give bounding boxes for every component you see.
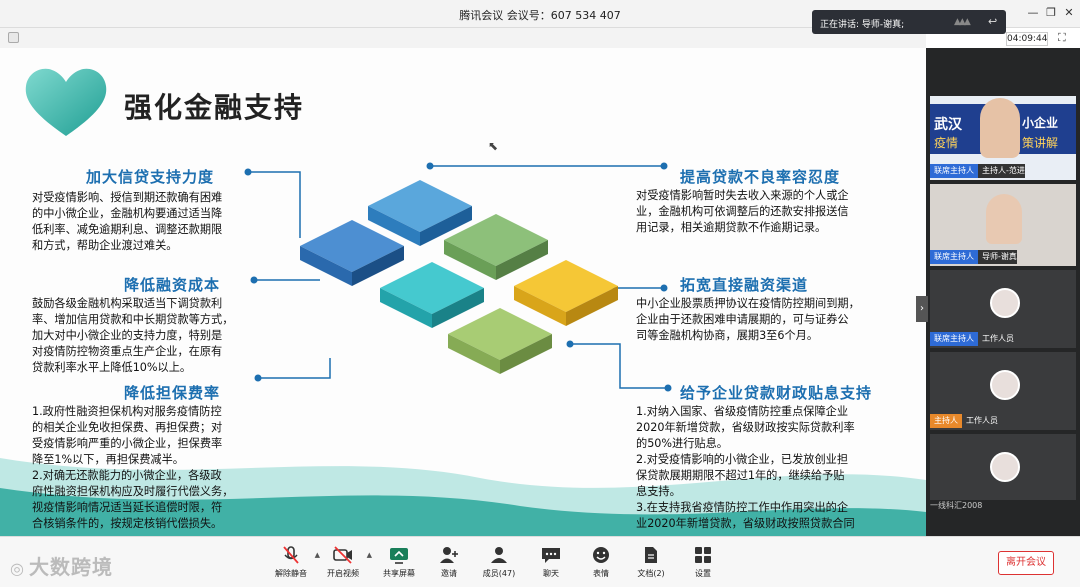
signal-icon: ▲▲▲: [954, 17, 971, 27]
members-button[interactable]: 成员(47): [474, 545, 524, 579]
section-body-subsidy: 1.对纳入国家、省级疫情防控重点保障企业 2020年新增贷款，省级财政按实际贷款利…: [636, 405, 855, 530]
participant-label: 主持人 工作人员: [930, 414, 998, 428]
section-heading-credit: 加大信贷支持力度: [86, 168, 215, 186]
participant-tile[interactable]: 武汉 小企业 疫情 策讲解 联席主持人 主持人-范进: [930, 96, 1076, 180]
pin-icon[interactable]: ↩: [988, 15, 997, 28]
participant-video: [986, 194, 1022, 244]
chat-button[interactable]: 聊天: [526, 545, 576, 579]
mouse-cursor-icon: ⬉: [488, 139, 499, 153]
participant-label: 联席主持人 主持人-范进: [930, 164, 1025, 178]
sidebar-footer-name: 一线科汇2008: [930, 501, 983, 510]
meeting-toolbar: ◎ 大数跨境 解除静音 ▲ 开启视频 ▲ 共享屏幕 邀请 成员(47) 聊天 表情 文…: [0, 536, 1080, 587]
watermark-logo-icon: ◎: [10, 559, 25, 578]
camera-off-icon: [333, 546, 352, 564]
section-body-financing: 中小企业股票质押协议在疫情防控期间到期， 企业由于还款困难申请展期的，可与证券公司…: [636, 297, 860, 342]
unmute-button[interactable]: 解除静音 ▲: [266, 545, 320, 579]
section-heading-subsidy: 给予企业贷款财政贴息支持: [680, 384, 873, 402]
block-cyan-middle: [380, 262, 484, 328]
avatar: [990, 452, 1020, 482]
emoji-button[interactable]: 表情: [576, 545, 626, 579]
section-heading-guarantee: 降低担保费率: [124, 384, 221, 402]
section-body-credit: 对受疫情影响、授信到期还款确有困难 的中小微企业，金融机构要通过适当降 低利率、减免…: [32, 191, 223, 252]
section-heading-cost: 降低融资成本: [124, 276, 221, 294]
section-body-cost: 鼓励各级金融机构采取适当下调贷款利 率、增加信用贷款和中长期贷款等方式， 加大对中小…: [32, 297, 234, 374]
members-icon: [491, 547, 507, 563]
share-control-icon[interactable]: [8, 32, 19, 43]
participant-tile[interactable]: 联席主持人 工作人员: [930, 270, 1076, 348]
iso-blocks-graphic: [300, 180, 618, 374]
speaking-indicator: 正在讲话: 导师-谢真; ▲▲▲ ↩: [812, 10, 1006, 34]
participant-label: 联席主持人 工作人员: [930, 332, 1014, 346]
chevron-up-icon: ▲: [366, 551, 372, 559]
leave-meeting-button[interactable]: 离开会议: [998, 551, 1054, 575]
participant-tile[interactable]: 主持人 工作人员: [930, 352, 1076, 430]
section-heading-tolerance: 提高贷款不良率容忍度: [680, 168, 841, 186]
emoji-icon: [593, 547, 609, 563]
participant-tile[interactable]: 联席主持人 导师-谢真: [930, 184, 1076, 266]
participant-label: 联席主持人 导师-谢真: [930, 250, 1017, 264]
participant-video: [980, 98, 1020, 158]
meeting-timer: 04:09:44: [1006, 32, 1048, 46]
section-heading-financing: 拓宽直接融资渠道: [680, 276, 809, 294]
restore-icon[interactable]: ❐: [1044, 6, 1058, 20]
share-subbar: [0, 28, 926, 48]
shared-slide: 强化金融支持 加大信贷支持力度 对受疫情影响、授信到期还款确有困难 的中小微企业…: [0, 48, 926, 536]
settings-button[interactable]: 设置: [678, 545, 728, 579]
block-green-bottom: [448, 308, 552, 374]
section-body-tolerance: 对受疫情影响暂时失去收入来源的个人或企 业，金融机构可依调整后的还款安排报送信 用记…: [636, 189, 849, 234]
minimize-icon[interactable]: —: [1026, 6, 1040, 20]
fullscreen-icon[interactable]: ⛶: [1058, 31, 1066, 45]
documents-button[interactable]: 文档(2): [626, 545, 676, 579]
avatar: [990, 288, 1020, 318]
participant-tile[interactable]: [930, 434, 1076, 500]
section-body-guarantee: 1.政府性融资担保机构对服务疫情防控 的相关企业免收担保费、再担保费；对 受疫情影响…: [32, 405, 234, 530]
collapse-sidebar-icon[interactable]: ›: [916, 296, 928, 322]
mic-muted-icon: [283, 546, 299, 564]
watermark: ◎ 大数跨境: [10, 555, 113, 579]
invite-button[interactable]: 邀请: [424, 545, 474, 579]
invite-icon: [440, 547, 458, 563]
participant-sidebar: 武汉 小企业 疫情 策讲解 联席主持人 主持人-范进 联席主持人 导师-谢真 联席主…: [926, 48, 1080, 536]
avatar: [990, 370, 1020, 400]
block-yellow: [514, 260, 618, 326]
chat-icon: [542, 548, 560, 563]
document-icon: [645, 547, 657, 563]
share-screen-icon: [390, 548, 408, 564]
speaking-text: 正在讲话: 导师-谢真;: [820, 20, 905, 30]
share-screen-button[interactable]: 共享屏幕: [374, 545, 424, 579]
close-icon[interactable]: ✕: [1062, 6, 1076, 20]
settings-icon: [695, 547, 711, 563]
start-video-button[interactable]: 开启视频 ▲: [318, 545, 372, 579]
